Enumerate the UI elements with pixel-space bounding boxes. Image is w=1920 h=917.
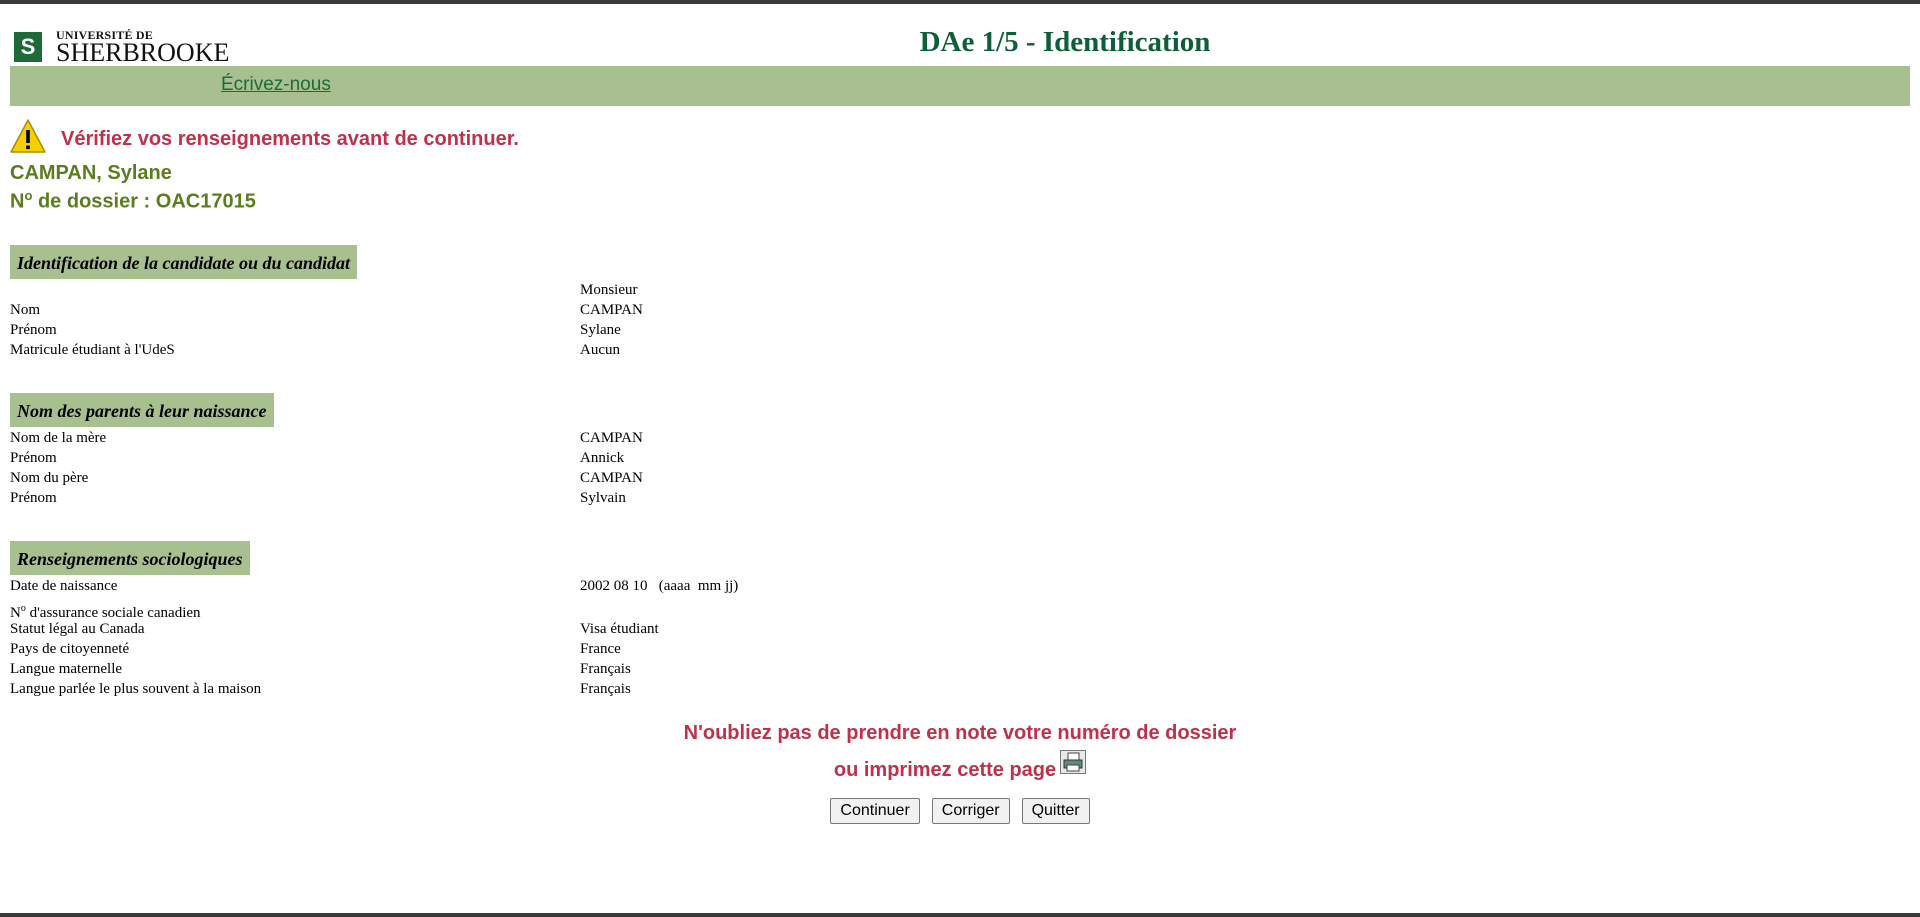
field-value: CAMPAN bbox=[580, 302, 643, 318]
verification-warning: Vérifiez vos renseignements avant de con… bbox=[61, 128, 519, 150]
section-socio-heading: Renseignements sociologiques bbox=[10, 541, 250, 575]
reminder-line-2-text: ou imprimez cette page bbox=[833, 759, 1057, 781]
quit-button[interactable]: Quitter bbox=[1021, 798, 1090, 824]
field-label: Nom bbox=[10, 302, 40, 318]
field-value: France bbox=[580, 641, 621, 657]
field-value: CAMPAN bbox=[580, 430, 643, 446]
field-row: Langue maternelle Français bbox=[10, 659, 810, 679]
field-label: Date de naissance bbox=[10, 578, 118, 594]
field-row: Statut légal au Canada Visa étudiant bbox=[10, 619, 810, 639]
correct-button[interactable]: Corriger bbox=[931, 798, 1010, 824]
field-value: Français bbox=[580, 681, 631, 697]
contact-us-link[interactable]: Écrivez-nous bbox=[221, 74, 331, 96]
field-value: Visa étudiant bbox=[580, 621, 659, 637]
field-row: Monsieur bbox=[10, 280, 810, 300]
printer-icon[interactable] bbox=[1060, 750, 1087, 774]
field-value: 2002 08 10 (aaaa mm jj) bbox=[580, 578, 739, 594]
reminder-line-1: N'oubliez pas de prendre en note votre n… bbox=[683, 722, 1237, 744]
field-label: Prénom bbox=[10, 450, 57, 466]
field-value: CAMPAN bbox=[580, 470, 643, 486]
field-row: Prénom Annick bbox=[10, 448, 810, 468]
field-label: Matricule étudiant à l'UdeS bbox=[10, 342, 175, 358]
field-label: Langue parlée le plus souvent à la maiso… bbox=[10, 681, 262, 697]
section-identification-heading: Identification de la candidate ou du can… bbox=[10, 245, 358, 279]
field-row: Nom du père CAMPAN bbox=[10, 468, 810, 488]
field-row: Langue parlée le plus souvent à la maiso… bbox=[10, 679, 810, 699]
nav-bar: Écrivez-nous bbox=[10, 66, 1910, 106]
field-value: Monsieur bbox=[580, 282, 638, 298]
field-row: Nom CAMPAN bbox=[10, 300, 810, 320]
field-value: Sylane bbox=[580, 322, 621, 338]
page-title: DAe 1/5 - Identification bbox=[919, 26, 1211, 58]
field-label: Pays de citoyenneté bbox=[10, 641, 130, 657]
action-buttons: Continuer Corriger Quitter bbox=[0, 798, 1920, 824]
field-label: Nom de la mère bbox=[10, 430, 107, 446]
field-row: Pays de citoyenneté France bbox=[10, 639, 810, 659]
continue-button[interactable]: Continuer bbox=[830, 798, 920, 824]
field-value: Aucun bbox=[580, 342, 620, 358]
field-row: Prénom Sylvain bbox=[10, 488, 810, 508]
field-label: Prénom bbox=[10, 490, 57, 506]
field-value: Français bbox=[580, 661, 631, 677]
reminder-line-2: ou imprimez cette page bbox=[0, 750, 1920, 782]
field-row: Prénom Sylane bbox=[10, 320, 810, 340]
field-value: Annick bbox=[580, 450, 625, 466]
field-label: Prénom bbox=[10, 322, 57, 338]
dossier-text: de dossier : OAC17015 bbox=[32, 190, 256, 213]
field-row: Matricule étudiant à l'UdeS Aucun bbox=[10, 340, 810, 360]
dossier-number: No de dossier : OAC17015 bbox=[10, 188, 256, 214]
field-row: Date de naissance 2002 08 10 (aaaa mm jj… bbox=[10, 576, 810, 596]
field-row: No d'assurance sociale canadien bbox=[10, 599, 810, 621]
field-label: Nom du père bbox=[10, 470, 89, 486]
field-row: Nom de la mère CAMPAN bbox=[10, 428, 810, 448]
dossier-prefix: N bbox=[10, 190, 25, 213]
section-parents-heading: Nom des parents à leur naissance bbox=[10, 393, 274, 427]
candidate-name: CAMPAN, Sylane bbox=[10, 162, 172, 184]
warning-icon bbox=[10, 119, 46, 153]
page-header: S UNIVERSITÉ DE SHERBROOKE DAe 1/5 - Ide… bbox=[0, 8, 1920, 67]
field-label: Langue maternelle bbox=[10, 661, 123, 677]
field-value: Sylvain bbox=[580, 490, 626, 506]
field-label: Statut légal au Canada bbox=[10, 621, 145, 637]
